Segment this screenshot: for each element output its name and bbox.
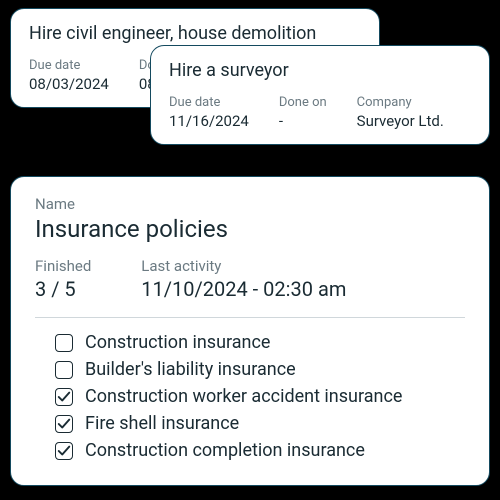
checklist-item-label: Fire shell insurance — [85, 413, 239, 434]
done-on-value: - — [279, 112, 327, 130]
due-date-value: 11/16/2024 — [169, 112, 249, 130]
checklist-item-label: Construction insurance — [85, 332, 270, 353]
check-icon — [57, 390, 71, 404]
due-date-field: Due date 11/16/2024 — [169, 95, 249, 130]
checkbox[interactable] — [55, 334, 73, 352]
checkbox[interactable] — [55, 361, 73, 379]
checklist-stats: Finished 3 / 5 Last activity 11/10/2024 … — [35, 257, 465, 301]
checklist-item-label: Construction worker accident insurance — [85, 386, 402, 407]
checkbox[interactable] — [55, 442, 73, 460]
done-on-label: Done on — [279, 95, 327, 110]
checklist: Construction insurance Builder's liabilit… — [35, 332, 465, 461]
task-card-surveyor[interactable]: Hire a surveyor Due date 11/16/2024 Done… — [150, 45, 490, 145]
checklist-item[interactable]: Construction insurance — [55, 332, 465, 353]
checkbox[interactable] — [55, 415, 73, 433]
checkbox[interactable] — [55, 388, 73, 406]
finished-value: 3 / 5 — [35, 277, 91, 301]
checklist-item[interactable]: Construction worker accident insurance — [55, 386, 465, 407]
task-meta: Due date 11/16/2024 Done on - Company Su… — [169, 95, 471, 130]
checklist-item[interactable]: Construction completion insurance — [55, 440, 465, 461]
checklist-item[interactable]: Fire shell insurance — [55, 413, 465, 434]
check-icon — [57, 444, 71, 458]
checklist-card-insurance[interactable]: Name Insurance policies Finished 3 / 5 L… — [10, 176, 490, 486]
done-on-field: Done on - — [279, 95, 327, 130]
last-activity-field: Last activity 11/10/2024 - 02:30 am — [141, 257, 346, 301]
checklist-item-label: Builder's liability insurance — [85, 359, 296, 380]
task-title: Hire a surveyor — [169, 60, 471, 81]
last-activity-label: Last activity — [141, 257, 346, 275]
name-label: Name — [35, 195, 465, 213]
due-date-label: Due date — [169, 95, 249, 110]
due-date-label: Due date — [29, 58, 109, 73]
company-field: Company Surveyor Ltd. — [357, 95, 444, 130]
task-title: Hire civil engineer, house demolition — [29, 23, 361, 44]
check-icon — [57, 417, 71, 431]
finished-label: Finished — [35, 257, 91, 275]
checklist-item[interactable]: Builder's liability insurance — [55, 359, 465, 380]
due-date-field: Due date 08/03/2024 — [29, 58, 109, 93]
name-value: Insurance policies — [35, 215, 465, 243]
due-date-value: 08/03/2024 — [29, 75, 109, 93]
finished-field: Finished 3 / 5 — [35, 257, 91, 301]
last-activity-value: 11/10/2024 - 02:30 am — [141, 277, 346, 301]
checklist-item-label: Construction completion insurance — [85, 440, 365, 461]
company-label: Company — [357, 95, 444, 110]
divider — [35, 317, 465, 318]
company-value: Surveyor Ltd. — [357, 112, 444, 130]
